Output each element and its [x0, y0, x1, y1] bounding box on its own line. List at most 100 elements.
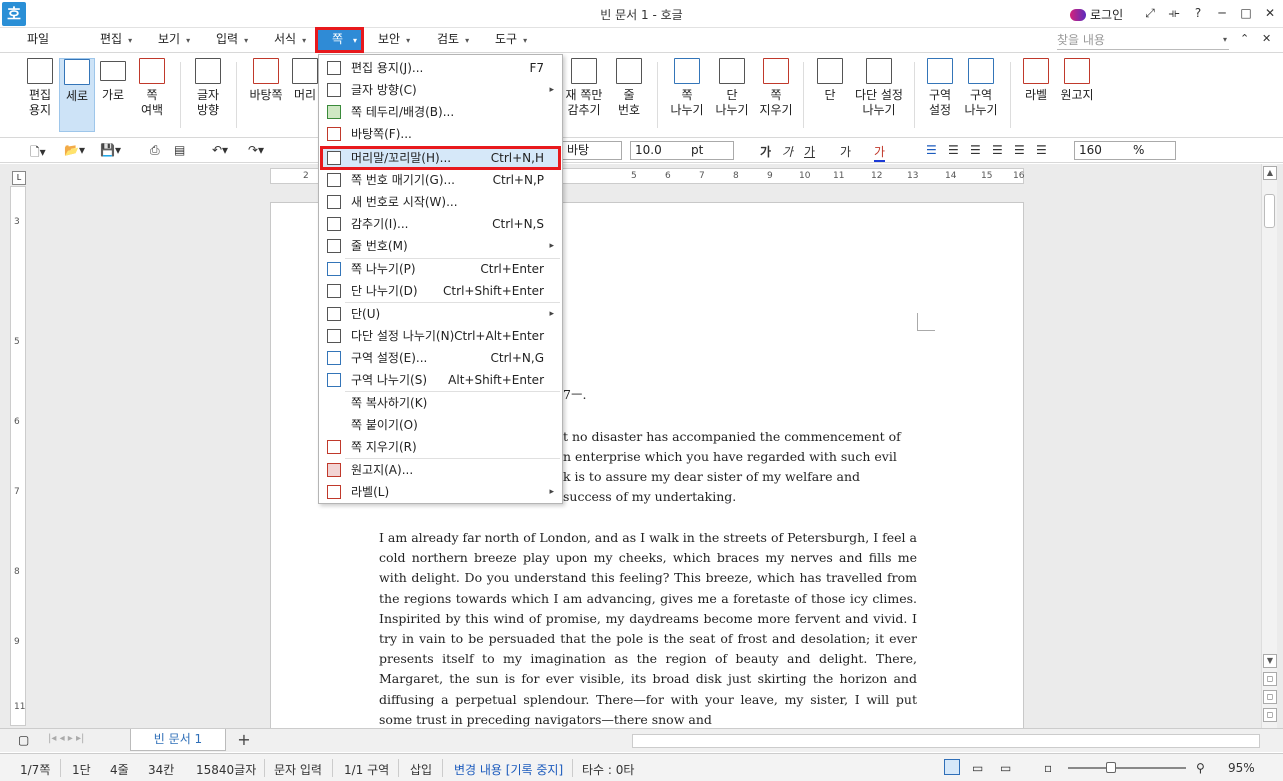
menu-item-page-setup[interactable]: 편집 용지(J)... F7 — [321, 57, 560, 79]
tab-document[interactable]: 빈 문서 1 — [130, 729, 226, 751]
close-doc-icon[interactable]: ✕ — [1262, 32, 1271, 45]
scroll-down-icon[interactable]: ▼ — [1263, 654, 1277, 668]
collapse-ribbon-icon[interactable]: ⌃ — [1240, 32, 1249, 45]
label-button[interactable]: 라벨 — [1018, 58, 1054, 103]
menu-item-text-direction[interactable]: 글자 방향(C) ▸ — [321, 79, 560, 101]
underline-button[interactable]: 가 — [804, 143, 815, 160]
bold-button[interactable]: 가 — [760, 143, 771, 160]
view-page-icon[interactable] — [944, 759, 960, 775]
menu-item-label-sheet[interactable]: 라벨(L) ▸ — [321, 481, 560, 503]
menu-page[interactable]: 쪽 ▾ — [314, 27, 365, 53]
section-setup-button[interactable]: 구역 설정 — [922, 58, 958, 118]
master-page-button[interactable]: 바탕쪽 — [246, 58, 286, 103]
open-folder-icon[interactable]: 📂▾ — [64, 143, 85, 157]
menu-item-paste-page[interactable]: 쪽 붙이기(O) — [321, 414, 560, 436]
align-center-icon[interactable]: ☰ — [970, 143, 981, 157]
page-setup-button[interactable]: 편집 용지 — [22, 58, 58, 118]
menu-item-line-number[interactable]: 줄 번호(M) ▸ — [321, 235, 560, 257]
landscape-button[interactable]: 가로 — [97, 58, 129, 103]
menu-item-columns[interactable]: 단(U) ▸ — [321, 303, 560, 325]
portrait-button[interactable]: 세로 — [59, 58, 95, 132]
menu-item-hide[interactable]: 감추기(I)... Ctrl+N,S — [321, 213, 560, 235]
italic-button[interactable]: 가 — [782, 143, 793, 160]
font-size-input[interactable]: 10.0 pt — [630, 141, 734, 160]
line-number-button[interactable]: 줄 번호 — [612, 58, 646, 118]
hide-button[interactable]: 재 쪽만 감추기 — [564, 58, 604, 118]
close-icon[interactable]: ✕ — [1261, 4, 1279, 22]
maximize-icon[interactable]: □ — [1237, 4, 1255, 22]
add-tab-button[interactable]: + — [232, 731, 256, 751]
zoom-out-icon[interactable]: ▫ — [1044, 761, 1052, 775]
chevron-down-icon[interactable]: ▾ — [1223, 32, 1227, 48]
fullscreen-icon[interactable]: ⤢ — [1141, 4, 1159, 22]
menu-format[interactable]: 서식 ▾ — [274, 28, 306, 52]
align-right-icon[interactable]: ☰ — [992, 143, 1003, 157]
strike-button[interactable]: 가 — [840, 143, 851, 160]
menu-item-copy-page[interactable]: 쪽 복사하기(K) — [321, 392, 560, 414]
align-left-icon[interactable]: ☰ — [948, 143, 959, 157]
menu-item-master-page[interactable]: 바탕쪽(F)... — [321, 123, 560, 145]
menu-item-section-setup[interactable]: 구역 설정(E)... Ctrl+N,G — [321, 347, 560, 369]
menu-tools[interactable]: 도구 ▾ — [495, 28, 527, 52]
tab-nav-icon[interactable]: |◂ ◂ ▸ ▸| — [48, 733, 84, 744]
menu-item-manuscript[interactable]: 원고지(A)... — [321, 459, 560, 481]
zoom-slider[interactable] — [1068, 767, 1186, 769]
page-nav-icon[interactable]: ◻ — [1263, 690, 1277, 704]
tab-stop-icon[interactable]: L — [12, 171, 26, 185]
menu-item-multi-column-break[interactable]: 다단 설정 나누기(N) Ctrl+Alt+Enter — [321, 325, 560, 347]
manuscript-button[interactable]: 원고지 — [1058, 58, 1096, 103]
prev-page-icon[interactable]: ◻ — [1263, 672, 1277, 686]
columns-button[interactable]: 단 — [812, 58, 848, 103]
menu-item-header-footer[interactable]: 머리말/꼬리말(H)... Ctrl+N,H — [320, 146, 561, 170]
zoom-slider-knob[interactable] — [1106, 762, 1116, 773]
vertical-scrollbar[interactable]: ▲ ▼ ◻ ◻ ◻ — [1261, 164, 1277, 728]
menu-item-delete-page[interactable]: 쪽 지우기(R) — [321, 436, 560, 458]
section-break-button[interactable]: 구역 나누기 — [962, 58, 1000, 118]
status-track-changes[interactable]: 변경 내용 [기록 중지] — [454, 761, 563, 778]
division-icon[interactable]: ☰ — [1036, 143, 1047, 157]
layout-icon[interactable]: ⟛ — [1165, 4, 1183, 22]
menu-security[interactable]: 보안 ▾ — [378, 28, 410, 52]
header-button[interactable]: 머리 — [292, 58, 318, 103]
menu-item-page-border[interactable]: 쪽 테두리/배경(B)... — [321, 101, 560, 123]
menu-item-column-break[interactable]: 단 나누기(D) Ctrl+Shift+Enter — [321, 280, 560, 302]
menu-edit[interactable]: 편집 ▾ — [100, 28, 132, 52]
menu-item-page-numbering[interactable]: 쪽 번호 매기기(G)... Ctrl+N,P — [321, 169, 560, 191]
page-margin-button[interactable]: 쪽 여백 — [134, 58, 170, 118]
view-width-icon[interactable]: ▭ — [972, 761, 983, 775]
menu-file[interactable]: 파일 — [27, 28, 49, 52]
print-icon[interactable]: ⎙ — [150, 143, 160, 158]
status-zoom[interactable]: 95% — [1228, 761, 1255, 775]
redo-icon[interactable]: ↷▾ — [248, 143, 264, 157]
menu-item-page-break[interactable]: 쪽 나누기(P) Ctrl+Enter — [321, 258, 560, 280]
delete-page-button[interactable]: 쪽 지우기 — [757, 58, 795, 118]
menu-item-section-break[interactable]: 구역 나누기(S) Alt+Shift+Enter — [321, 369, 560, 391]
view-multi-icon[interactable]: ▭ — [1000, 761, 1011, 775]
menu-view[interactable]: 보기 ▾ — [158, 28, 190, 52]
text-direction-button[interactable]: 글자 방향 — [190, 58, 226, 118]
zoom-input[interactable]: 160% — [1074, 141, 1176, 160]
horizontal-scrollbar[interactable] — [632, 734, 1260, 748]
scroll-thumb[interactable] — [1264, 194, 1275, 228]
menu-insert[interactable]: 입력 ▾ — [216, 28, 248, 52]
status-page[interactable]: 1/7쪽 — [20, 761, 50, 778]
align-justify-icon[interactable]: ☰ — [926, 143, 937, 157]
search-input[interactable]: 찾을 내용 ▾ — [1057, 32, 1229, 50]
font-name-select[interactable]: 바탕 — [562, 141, 622, 160]
multi-column-break-button[interactable]: 다단 설정 나누기 — [852, 58, 906, 118]
vertical-ruler[interactable]: 3 5 6 7 8 9 11 — [10, 186, 26, 726]
minimize-icon[interactable]: ─ — [1213, 4, 1231, 22]
distribute-icon[interactable]: ☰ — [1014, 143, 1025, 157]
next-page-icon[interactable]: ◻ — [1263, 708, 1277, 722]
help-icon[interactable]: ? — [1189, 4, 1207, 22]
menu-review[interactable]: 검토 ▾ — [437, 28, 469, 52]
login-button[interactable]: 로그인 — [1070, 6, 1123, 23]
scroll-up-icon[interactable]: ▲ — [1263, 166, 1277, 180]
status-insert[interactable]: 삽입 — [410, 761, 432, 778]
preview-icon[interactable]: ▤ — [174, 143, 185, 157]
column-break-button[interactable]: 단 나누기 — [713, 58, 751, 118]
new-document-icon[interactable]: 🗋▾ — [30, 143, 46, 164]
font-color-button[interactable]: 가 — [874, 143, 886, 162]
tab-list-icon[interactable]: ▢ — [18, 733, 29, 747]
menu-item-new-number[interactable]: 새 번호로 시작(W)... — [321, 191, 560, 213]
